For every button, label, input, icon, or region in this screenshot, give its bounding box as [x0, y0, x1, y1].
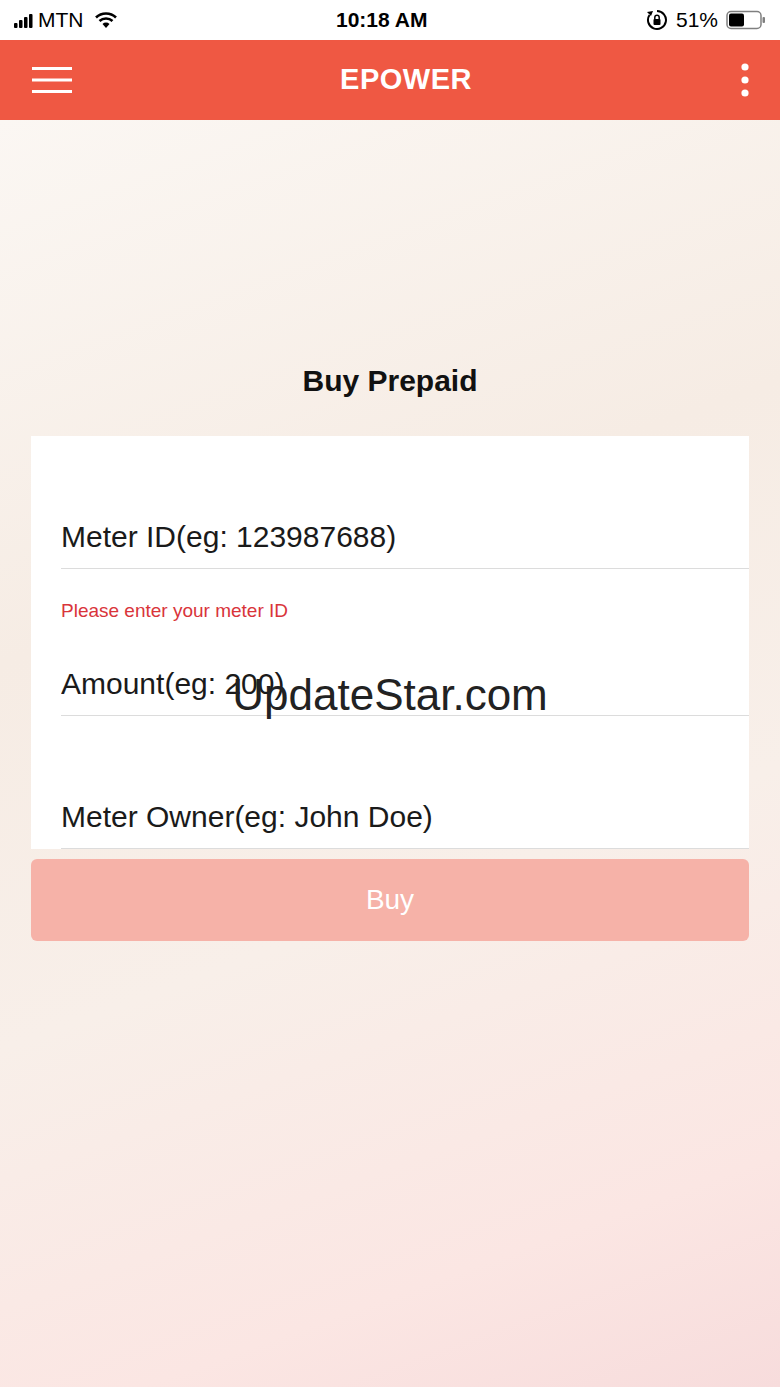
field-input[interactable] — [61, 506, 749, 569]
battery-icon — [726, 10, 766, 30]
app-title: EPOWER — [340, 58, 472, 102]
app-bar: EPOWER — [0, 40, 780, 120]
wifi-icon — [94, 11, 118, 29]
form-title: Buy Prepaid — [31, 361, 749, 401]
carrier: MTN — [38, 4, 84, 36]
status-bar: MTN 10:18 AM 51% — [0, 0, 780, 40]
clock: 10:18 AM — [336, 4, 427, 36]
buy-button[interactable]: Buy — [31, 859, 749, 941]
form-field — [61, 436, 749, 569]
status-right: 51% — [646, 4, 766, 36]
watermark: UpdateStar.com — [31, 669, 749, 721]
form-field — [61, 653, 749, 716]
form-card: Please enter your meter ID UpdateStar.com — [31, 436, 749, 849]
status-left: MTN — [14, 4, 118, 36]
signal-icon — [14, 12, 34, 28]
more-icon[interactable] — [740, 63, 750, 97]
battery-percent: 51% — [676, 4, 718, 36]
background-photo: Buy Prepaid Please enter your meter ID Upd… — [0, 120, 780, 1387]
field-error: Please enter your meter ID — [61, 599, 749, 623]
field-input[interactable] — [61, 786, 749, 849]
field-input[interactable] — [61, 653, 749, 716]
rotation-lock-icon — [646, 9, 668, 31]
menu-icon[interactable] — [32, 67, 72, 93]
form-field — [61, 716, 749, 849]
